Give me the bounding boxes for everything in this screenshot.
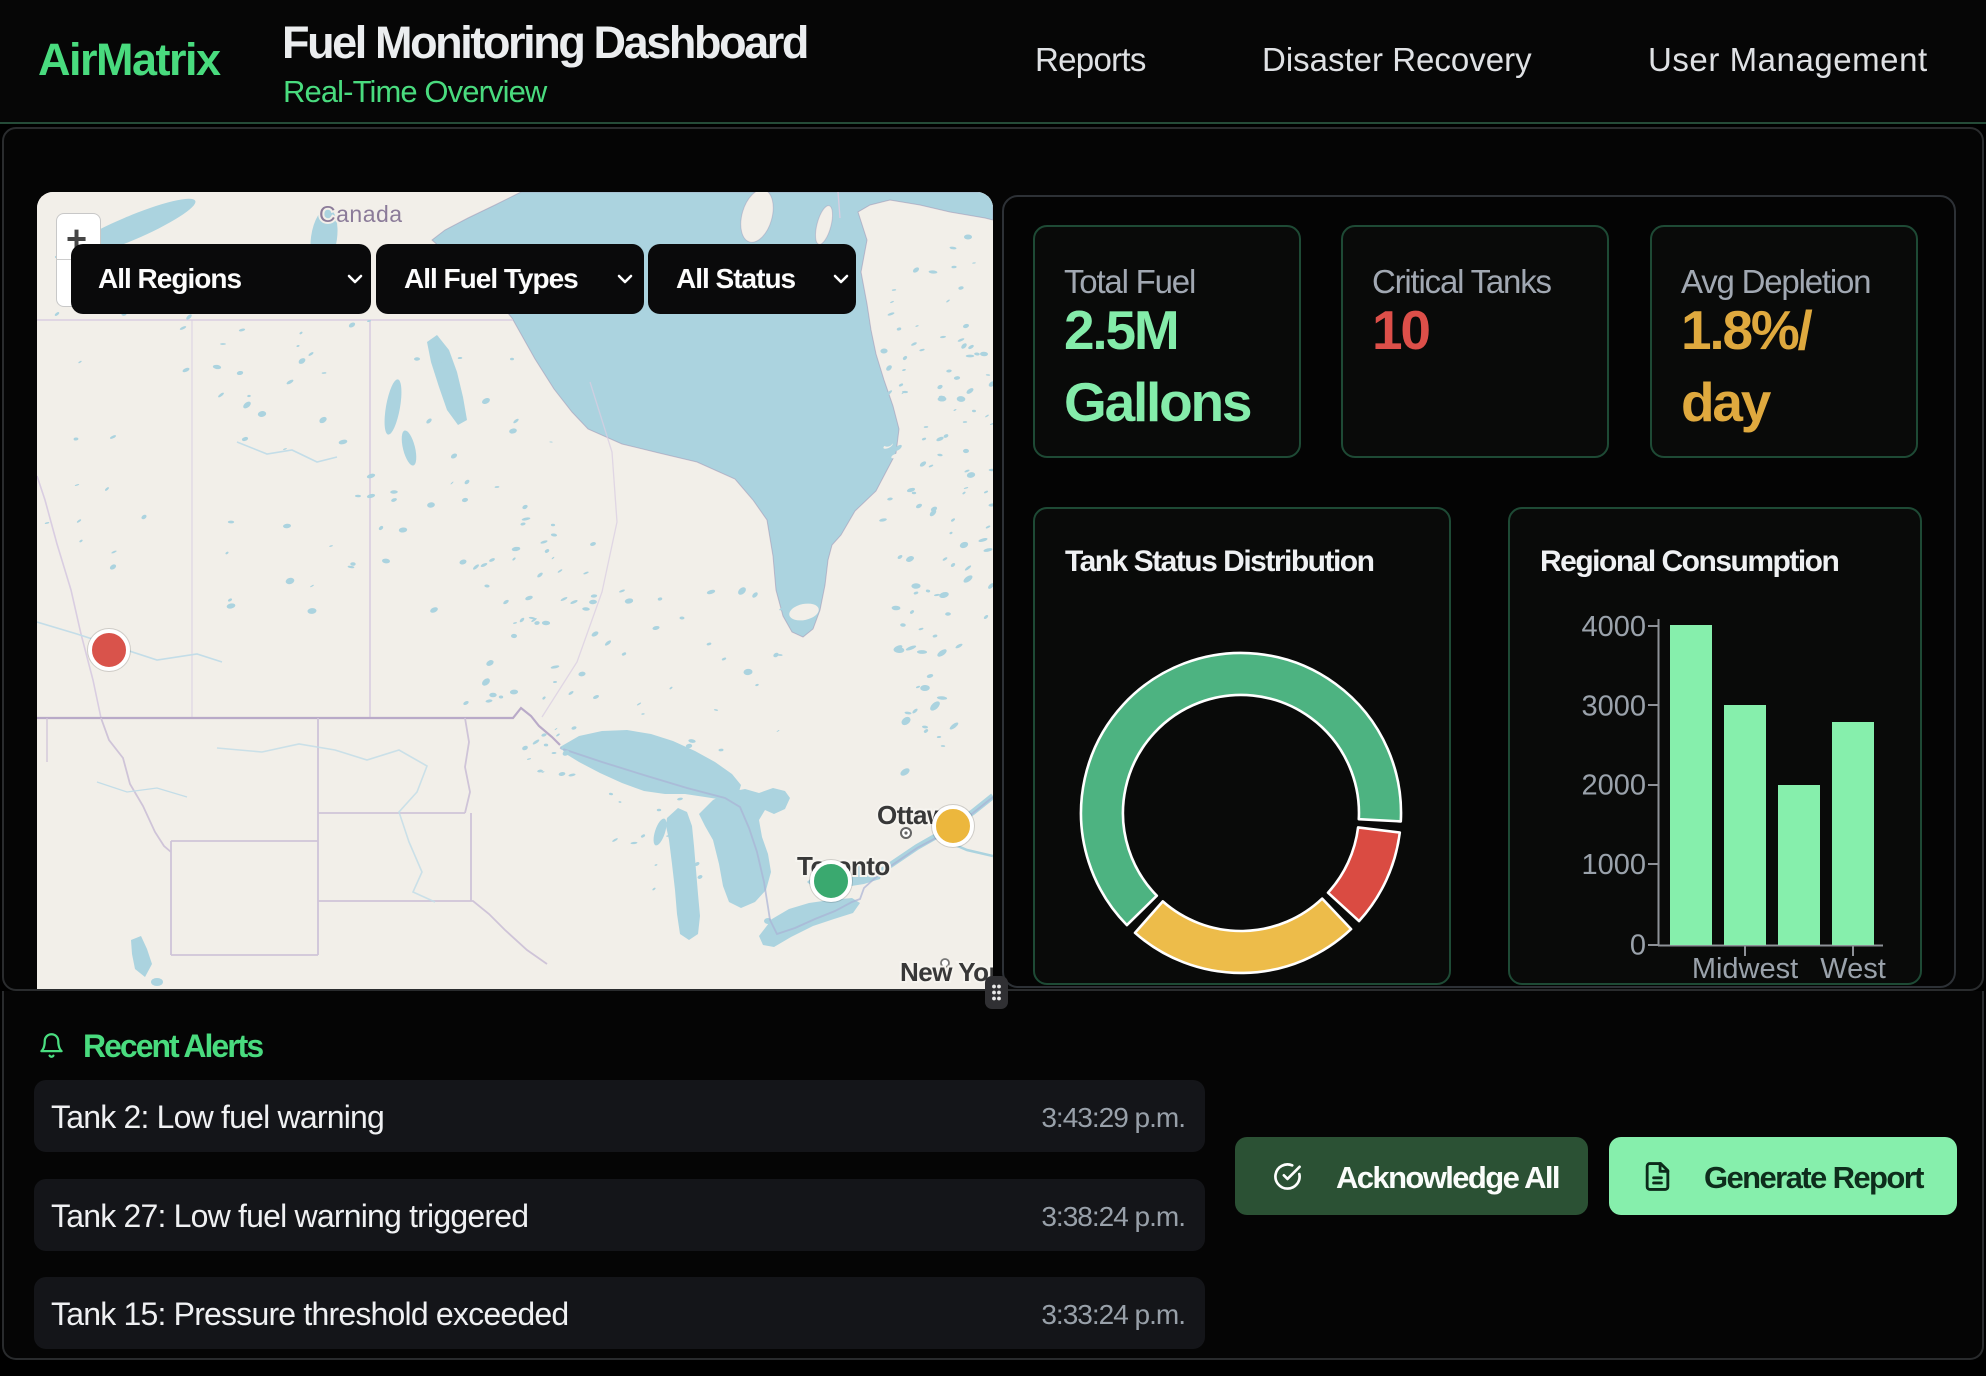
svg-text:New York: New York xyxy=(900,957,993,987)
svg-text:2000: 2000 xyxy=(1581,770,1646,802)
svg-text:4000: 4000 xyxy=(1581,611,1646,643)
svg-text:Midwest: Midwest xyxy=(1692,953,1798,985)
svg-text:3000: 3000 xyxy=(1581,691,1646,723)
svg-text:0: 0 xyxy=(1630,930,1646,962)
svg-text:Canada: Canada xyxy=(319,201,403,227)
svg-text:1000: 1000 xyxy=(1581,849,1646,881)
svg-text:West: West xyxy=(1820,953,1886,985)
